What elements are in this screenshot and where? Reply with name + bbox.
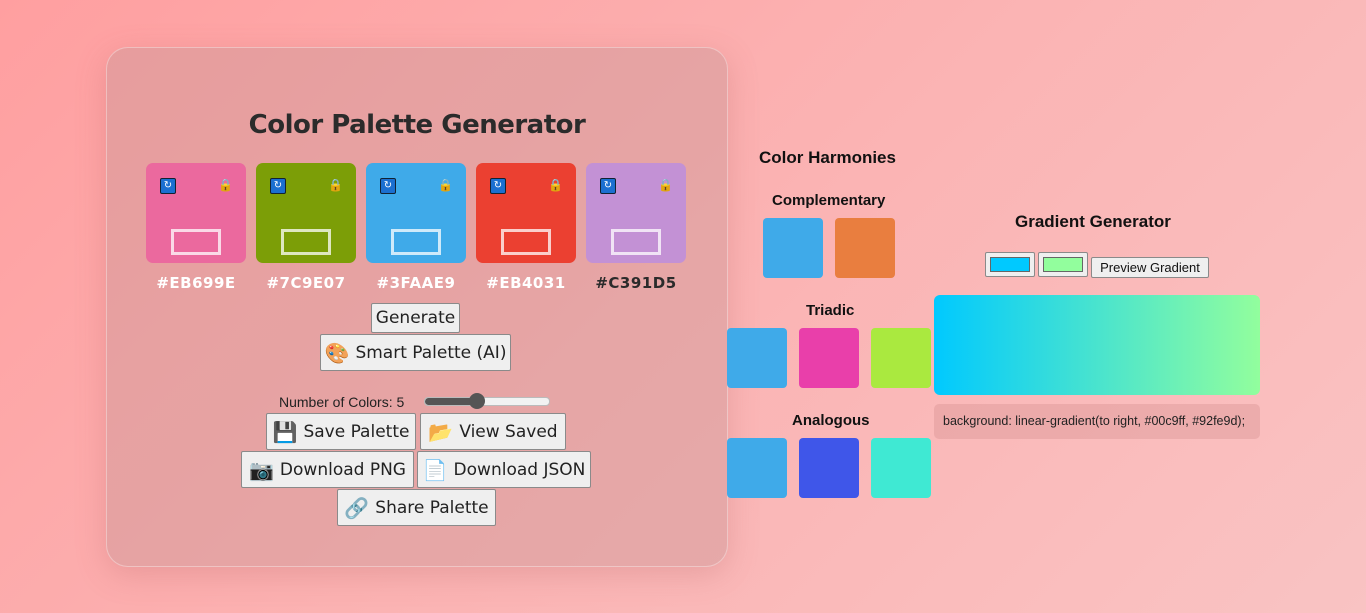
lock-icon[interactable]: 🔒 bbox=[218, 178, 233, 192]
floppy-disk-icon: 💾 bbox=[272, 419, 298, 444]
refresh-icon[interactable]: ↻ bbox=[600, 178, 616, 194]
palette-icon: 🎨 bbox=[324, 340, 350, 365]
share-palette-button[interactable]: 🔗 Share Palette bbox=[337, 489, 496, 526]
gradient-color1-swatch bbox=[990, 257, 1030, 272]
folder-icon: 📂 bbox=[428, 419, 454, 444]
refresh-icon[interactable]: ↻ bbox=[490, 178, 506, 194]
lock-icon[interactable]: 🔒 bbox=[328, 178, 343, 192]
color-picker[interactable] bbox=[611, 229, 661, 255]
preview-gradient-button[interactable]: Preview Gradient bbox=[1091, 257, 1209, 278]
share-palette-label: Share Palette bbox=[375, 497, 489, 518]
color-picker[interactable] bbox=[391, 229, 441, 255]
hex-label[interactable]: #C391D5 bbox=[586, 274, 686, 292]
complementary-swatch[interactable] bbox=[835, 218, 895, 278]
lock-icon[interactable]: 🔒 bbox=[438, 178, 453, 192]
gradient-css-code: background: linear-gradient(to right, #0… bbox=[934, 404, 1260, 439]
triadic-swatch[interactable] bbox=[727, 328, 787, 388]
save-palette-button[interactable]: 💾 Save Palette bbox=[266, 413, 416, 450]
color-picker[interactable] bbox=[281, 229, 331, 255]
color-swatch[interactable]: ↻ 🔒 bbox=[366, 163, 466, 263]
generate-button[interactable]: Generate bbox=[371, 303, 460, 333]
camera-icon: 📷 bbox=[249, 457, 274, 482]
color-swatch[interactable]: ↻ 🔒 bbox=[586, 163, 686, 263]
hex-label[interactable]: #3FAAE9 bbox=[366, 274, 466, 292]
refresh-icon[interactable]: ↻ bbox=[270, 178, 286, 194]
triadic-label: Triadic bbox=[806, 302, 855, 319]
number-of-colors-label: Number of Colors: 5 bbox=[279, 394, 405, 410]
triadic-swatch[interactable] bbox=[871, 328, 931, 388]
complementary-label: Complementary bbox=[772, 192, 886, 209]
download-png-label: Download PNG bbox=[279, 459, 406, 480]
lock-icon[interactable]: 🔒 bbox=[658, 178, 673, 192]
gradient-preview bbox=[934, 295, 1260, 395]
gradient-color2-input[interactable] bbox=[1038, 252, 1088, 277]
triadic-swatch[interactable] bbox=[799, 328, 859, 388]
refresh-icon[interactable]: ↻ bbox=[160, 178, 176, 194]
color-swatch[interactable]: ↻ 🔒 bbox=[146, 163, 246, 263]
smart-palette-label: Smart Palette (AI) bbox=[355, 342, 507, 363]
refresh-icon[interactable]: ↻ bbox=[380, 178, 396, 194]
hex-label[interactable]: #EB699E bbox=[146, 274, 246, 292]
analogous-swatch[interactable] bbox=[799, 438, 859, 498]
view-saved-label: View Saved bbox=[459, 421, 558, 442]
view-saved-button[interactable]: 📂 View Saved bbox=[420, 413, 566, 450]
hex-label[interactable]: #EB4031 bbox=[476, 274, 576, 292]
hex-label[interactable]: #7C9E07 bbox=[256, 274, 356, 292]
lock-icon[interactable]: 🔒 bbox=[548, 178, 563, 192]
analogous-label: Analogous bbox=[792, 412, 870, 429]
color-picker[interactable] bbox=[501, 229, 551, 255]
smart-palette-button[interactable]: 🎨 Smart Palette (AI) bbox=[320, 334, 511, 371]
color-picker[interactable] bbox=[171, 229, 221, 255]
link-icon: 🔗 bbox=[344, 495, 370, 520]
analogous-swatch[interactable] bbox=[727, 438, 787, 498]
download-json-label: Download JSON bbox=[453, 459, 586, 480]
slider-thumb[interactable] bbox=[469, 393, 486, 409]
complementary-swatch[interactable] bbox=[763, 218, 823, 278]
gradient-color2-swatch bbox=[1043, 257, 1083, 272]
color-swatch[interactable]: ↻ 🔒 bbox=[256, 163, 356, 263]
download-json-button[interactable]: 📄 Download JSON bbox=[417, 451, 591, 488]
generate-button-label: Generate bbox=[375, 308, 456, 328]
save-palette-label: Save Palette bbox=[303, 421, 410, 442]
gradient-title: Gradient Generator bbox=[1015, 212, 1171, 231]
download-png-button[interactable]: 📷 Download PNG bbox=[241, 451, 414, 488]
document-icon: 📄 bbox=[422, 457, 448, 482]
gradient-color1-input[interactable] bbox=[985, 252, 1035, 277]
harmonies-title: Color Harmonies bbox=[759, 148, 896, 167]
number-of-colors-slider[interactable] bbox=[424, 393, 550, 409]
color-swatch[interactable]: ↻ 🔒 bbox=[476, 163, 576, 263]
analogous-swatch[interactable] bbox=[871, 438, 931, 498]
page-title: Color Palette Generator bbox=[248, 110, 586, 140]
